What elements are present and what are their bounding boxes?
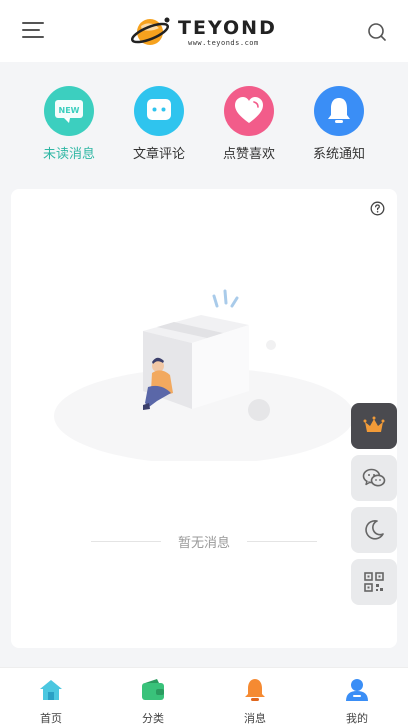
qr-code-icon[interactable] [351, 559, 397, 605]
planet-logo-icon [130, 17, 170, 45]
brand-url: www.teyonds.com [188, 39, 259, 47]
tab-messages[interactable]: 消息 [225, 676, 285, 725]
category-label: 点赞喜欢 [222, 147, 275, 162]
top-header: TEYOND www.teyonds.com [0, 0, 408, 62]
bottom-tab-bar: 首页 分类 消息 我的 [0, 667, 408, 725]
tab-label: 我的 [346, 712, 368, 725]
message-list-card: 暂无消息 [11, 189, 397, 648]
new-badge-icon: NEW [44, 86, 94, 136]
wechat-icon[interactable] [351, 455, 397, 501]
comment-bubble-icon [134, 86, 184, 136]
category-label: 未读消息 [42, 147, 95, 162]
bell-icon [314, 86, 364, 136]
divider-line-right [247, 541, 317, 542]
category-label: 文章评论 [132, 147, 185, 162]
moon-icon[interactable] [351, 507, 397, 553]
message-category-bar: NEW 未读消息 文章评论 点赞喜欢 系统通知 [0, 62, 408, 182]
category-system[interactable]: 系统通知 [299, 86, 379, 162]
tab-home[interactable]: 首页 [21, 676, 81, 725]
svg-text:NEW: NEW [59, 106, 80, 115]
tab-category[interactable]: 分类 [123, 676, 183, 725]
brand-name: TEYOND [178, 17, 277, 39]
wallet-icon [142, 679, 164, 700]
empty-box-illustration [54, 289, 354, 461]
tab-label: 首页 [40, 712, 62, 725]
bell-icon [245, 679, 265, 701]
user-icon [346, 679, 368, 701]
tab-label: 分类 [142, 712, 164, 725]
empty-state-text: 暂无消息 [177, 536, 230, 551]
question-circle-icon[interactable] [370, 201, 385, 216]
brand-logo[interactable]: TEYOND www.teyonds.com [130, 12, 280, 52]
crown-icon[interactable] [351, 403, 397, 449]
category-unread[interactable]: NEW 未读消息 [29, 86, 109, 162]
tab-label: 消息 [244, 712, 266, 725]
hamburger-menu-icon[interactable] [22, 22, 44, 40]
category-likes[interactable]: 点赞喜欢 [209, 86, 289, 162]
heart-icon [224, 86, 274, 136]
category-comments[interactable]: 文章评论 [119, 86, 199, 162]
category-label: 系统通知 [312, 147, 365, 162]
home-icon [40, 680, 62, 700]
tab-profile[interactable]: 我的 [327, 676, 387, 725]
search-icon[interactable] [366, 21, 388, 43]
